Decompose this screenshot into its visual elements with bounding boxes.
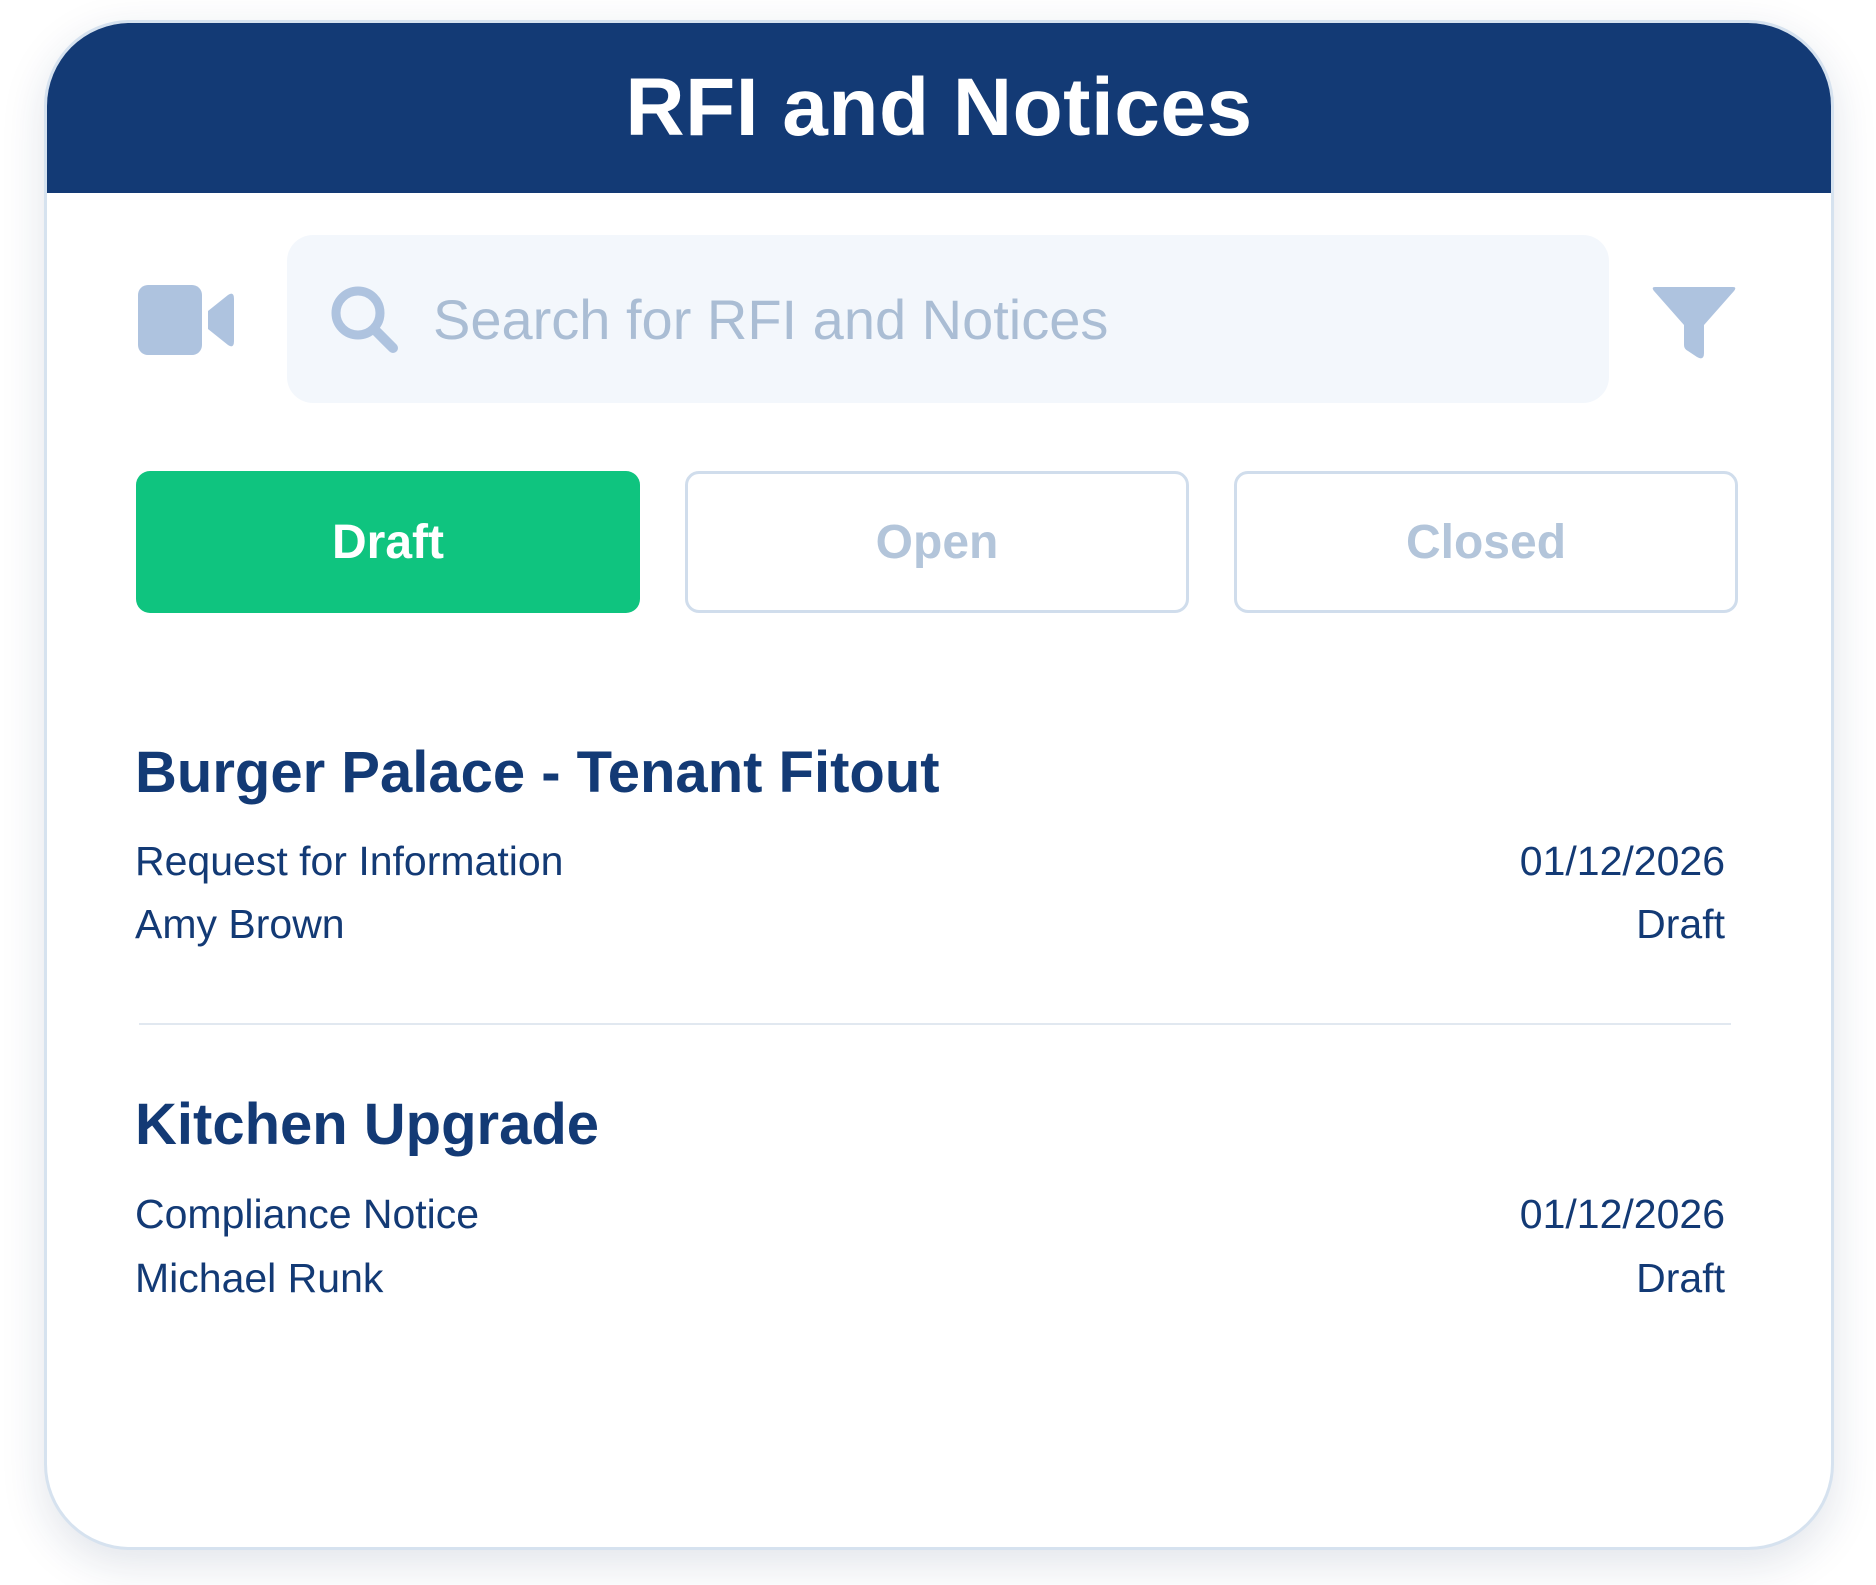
search-icon [329, 284, 399, 354]
item-person: Michael Runk [135, 1255, 384, 1301]
page-title: RFI and Notices [625, 62, 1253, 153]
list-item[interactable]: Kitchen Upgrade Compliance Notice 01/12/… [135, 1091, 1725, 1321]
item-title: Burger Palace - Tenant Fitout [135, 740, 940, 805]
filter-funnel-icon[interactable] [1651, 285, 1737, 361]
search-input[interactable]: Search for RFI and Notices [433, 287, 1108, 352]
list-item[interactable]: Burger Palace - Tenant Fitout Request fo… [135, 739, 1725, 969]
search-bar[interactable]: Search for RFI and Notices [287, 235, 1609, 403]
item-status: Draft [1636, 901, 1725, 947]
tab-open[interactable]: Open [685, 471, 1189, 613]
rfi-notices-card: RFI and Notices Search for RFI and Notic… [44, 20, 1834, 1550]
status-tabs: Draft Open Closed [136, 471, 1738, 613]
item-person: Amy Brown [135, 901, 345, 947]
list-divider [139, 1023, 1731, 1025]
item-date: 01/12/2026 [1519, 1191, 1725, 1237]
item-status: Draft [1636, 1255, 1725, 1301]
header-bar: RFI and Notices [47, 23, 1831, 193]
item-type: Request for Information [135, 838, 564, 884]
item-title: Kitchen Upgrade [135, 1092, 600, 1157]
video-camera-icon[interactable] [138, 285, 234, 355]
tab-draft[interactable]: Draft [136, 471, 640, 613]
tab-closed[interactable]: Closed [1234, 471, 1738, 613]
item-date: 01/12/2026 [1519, 838, 1725, 884]
item-type: Compliance Notice [135, 1191, 480, 1237]
